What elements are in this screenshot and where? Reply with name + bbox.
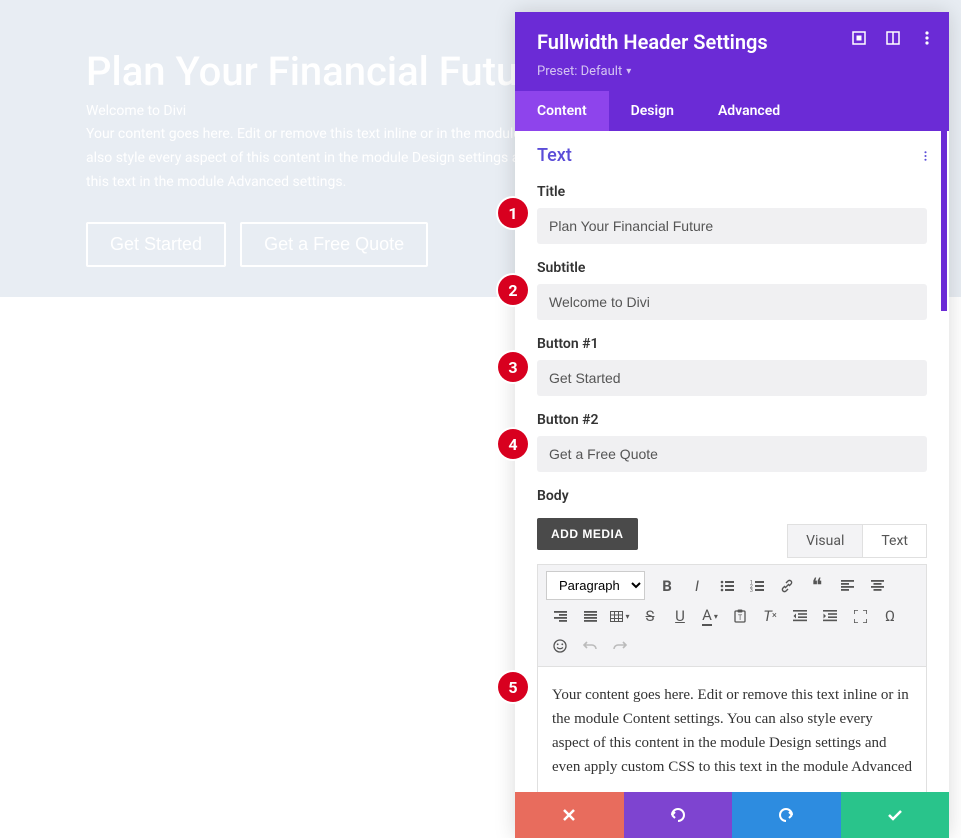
panel-footer <box>515 792 949 838</box>
align-justify-icon[interactable] <box>576 602 604 630</box>
label-button2: Button #2 <box>537 412 927 428</box>
input-subtitle[interactable] <box>537 284 927 320</box>
field-title: Title <box>515 176 949 252</box>
tab-design[interactable]: Design <box>609 91 696 131</box>
callout-4: 4 <box>498 429 528 459</box>
field-subtitle: Subtitle <box>515 252 949 328</box>
more-icon[interactable] <box>919 30 935 46</box>
svg-text:T: T <box>738 614 743 622</box>
section-more-icon[interactable] <box>924 149 927 163</box>
label-button1: Button #1 <box>537 336 927 352</box>
editor-toolbar: Paragraph B I 123 ❝ S U A T T× <box>537 564 927 667</box>
align-center-icon[interactable] <box>863 572 891 600</box>
scrollbar[interactable] <box>941 131 947 311</box>
table-icon[interactable] <box>606 602 634 630</box>
bullet-list-icon[interactable] <box>713 572 741 600</box>
format-select[interactable]: Paragraph <box>546 571 645 600</box>
field-button2: Button #2 <box>515 404 949 480</box>
underline-icon[interactable]: U <box>666 602 694 630</box>
outdent-icon[interactable] <box>786 602 814 630</box>
panel-tabs: Content Design Advanced <box>515 91 949 131</box>
field-body: Body <box>515 480 949 504</box>
expand-icon[interactable] <box>851 30 867 46</box>
undo-button[interactable] <box>624 792 733 838</box>
emoji-icon[interactable] <box>546 632 574 660</box>
save-button[interactable] <box>841 792 950 838</box>
align-left-icon[interactable] <box>833 572 861 600</box>
svg-text:3: 3 <box>750 588 753 592</box>
settings-panel: Fullwidth Header Settings Preset: Defaul… <box>515 12 949 838</box>
undo-icon[interactable] <box>576 632 604 660</box>
bold-icon[interactable]: B <box>653 572 681 600</box>
indent-icon[interactable] <box>816 602 844 630</box>
tab-content[interactable]: Content <box>515 91 609 131</box>
special-char-icon[interactable]: Ω <box>876 602 904 630</box>
label-subtitle: Subtitle <box>537 260 927 276</box>
editor-section: Visual Text Paragraph B I 123 ❝ S U A T <box>515 524 949 792</box>
editor-tab-text[interactable]: Text <box>863 524 927 558</box>
redo-icon[interactable] <box>606 632 634 660</box>
editor-content[interactable]: Your content goes here. Edit or remove t… <box>537 667 927 792</box>
italic-icon[interactable]: I <box>683 572 711 600</box>
snap-icon[interactable] <box>885 30 901 46</box>
panel-header: Fullwidth Header Settings Preset: Defaul… <box>515 12 949 91</box>
preset-dropdown[interactable]: Preset: Default <box>537 64 631 79</box>
section-header: Text <box>515 131 949 176</box>
section-title: Text <box>537 145 572 166</box>
strikethrough-icon[interactable]: S <box>636 602 664 630</box>
text-color-icon[interactable]: A <box>696 602 724 630</box>
label-title: Title <box>537 184 927 200</box>
paste-icon[interactable]: T <box>726 602 754 630</box>
preview-button-2[interactable]: Get a Free Quote <box>240 222 428 267</box>
tab-advanced[interactable]: Advanced <box>696 91 802 131</box>
panel-body: Text Title Subtitle Button #1 Button #2 … <box>515 131 949 792</box>
link-icon[interactable] <box>773 572 801 600</box>
label-body: Body <box>537 488 927 504</box>
clear-format-icon[interactable]: T× <box>756 602 784 630</box>
align-right-icon[interactable] <box>546 602 574 630</box>
input-title[interactable] <box>537 208 927 244</box>
field-button1: Button #1 <box>515 328 949 404</box>
editor-tab-visual[interactable]: Visual <box>787 524 863 558</box>
callout-1: 1 <box>498 198 528 228</box>
header-icons <box>851 30 935 46</box>
callout-2: 2 <box>498 275 528 305</box>
preview-button-1[interactable]: Get Started <box>86 222 226 267</box>
number-list-icon[interactable]: 123 <box>743 572 771 600</box>
cancel-button[interactable] <box>515 792 624 838</box>
quote-icon[interactable]: ❝ <box>803 572 831 600</box>
callout-5: 5 <box>498 672 528 702</box>
input-button2[interactable] <box>537 436 927 472</box>
redo-button[interactable] <box>732 792 841 838</box>
callout-3: 3 <box>498 352 528 382</box>
input-button1[interactable] <box>537 360 927 396</box>
fullscreen-icon[interactable] <box>846 602 874 630</box>
add-media-button[interactable]: ADD MEDIA <box>537 518 638 550</box>
